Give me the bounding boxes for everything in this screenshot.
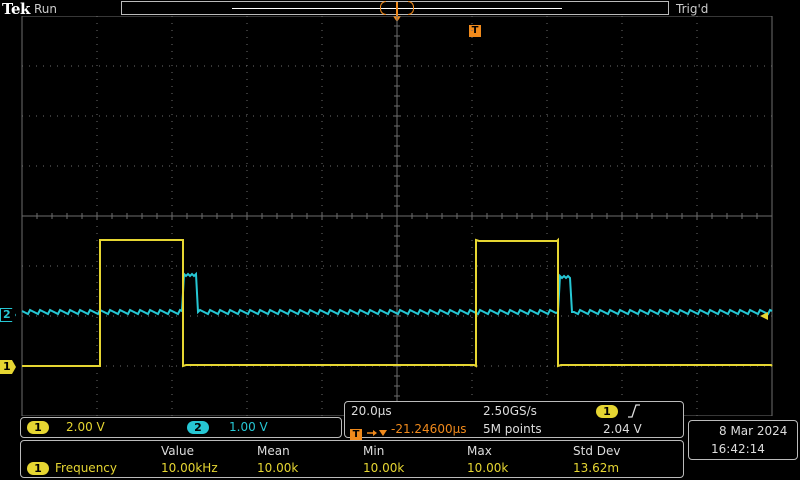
trigger-level[interactable]: 2.04 V bbox=[603, 422, 642, 436]
delay-arrow-icon bbox=[367, 429, 388, 436]
trigger-delay[interactable]: -21.24600µs bbox=[391, 422, 466, 436]
meas-header-std-dev: Std Dev bbox=[573, 444, 621, 458]
meas-header-min: Min bbox=[363, 444, 385, 458]
graticule bbox=[21, 16, 773, 416]
meas-source-badge[interactable]: 1 bbox=[27, 462, 49, 475]
meas-mean: 10.00k bbox=[257, 461, 299, 475]
meas-header-max: Max bbox=[467, 444, 492, 458]
record-length[interactable]: 5M points bbox=[483, 422, 542, 436]
meas-min: 10.00k bbox=[363, 461, 405, 475]
trigger-source-badge[interactable]: 1 bbox=[596, 405, 618, 418]
meas-name[interactable]: Frequency bbox=[55, 461, 117, 475]
date-time-panel[interactable]: 8 Mar 2024 16:42:14 bbox=[688, 420, 798, 460]
trigger-status: Trig'd bbox=[676, 2, 709, 16]
view-window-right-bracket bbox=[408, 1, 414, 15]
meas-header-value: Value bbox=[161, 444, 194, 458]
ch1-scale[interactable]: 2.00 V bbox=[66, 420, 105, 434]
channel-scale-panel[interactable]: 1 2.00 V 2 1.00 V bbox=[20, 417, 342, 438]
meas-value: 10.00kHz bbox=[161, 461, 218, 475]
time-readout: 16:42:14 bbox=[711, 442, 765, 456]
measurement-panel[interactable]: Value Mean Min Max Std Dev 1 Frequency 1… bbox=[20, 440, 684, 478]
ch2-badge[interactable]: 2 bbox=[187, 421, 209, 434]
sample-rate: 2.50GS/s bbox=[483, 404, 537, 418]
acquisition-run-state[interactable]: Run bbox=[34, 2, 57, 16]
meas-max: 10.00k bbox=[467, 461, 509, 475]
date-readout: 8 Mar 2024 bbox=[719, 424, 788, 438]
rising-edge-icon[interactable] bbox=[627, 404, 641, 418]
trigger-level-marker[interactable] bbox=[760, 312, 768, 320]
view-window-left-bracket bbox=[380, 1, 386, 15]
meas-header-mean: Mean bbox=[257, 444, 290, 458]
horizontal-trigger-panel[interactable]: 20.0µs 2.50GS/s 1 T -21.24600µs 5M point… bbox=[344, 401, 684, 441]
ch2-scale[interactable]: 1.00 V bbox=[229, 420, 268, 434]
waveform-display[interactable] bbox=[0, 16, 800, 416]
meas-std-dev: 13.62m bbox=[573, 461, 620, 475]
horizontal-scale[interactable]: 20.0µs bbox=[351, 404, 392, 418]
trigger-delay-group[interactable]: T bbox=[350, 422, 389, 441]
ch1-badge[interactable]: 1 bbox=[27, 421, 49, 434]
